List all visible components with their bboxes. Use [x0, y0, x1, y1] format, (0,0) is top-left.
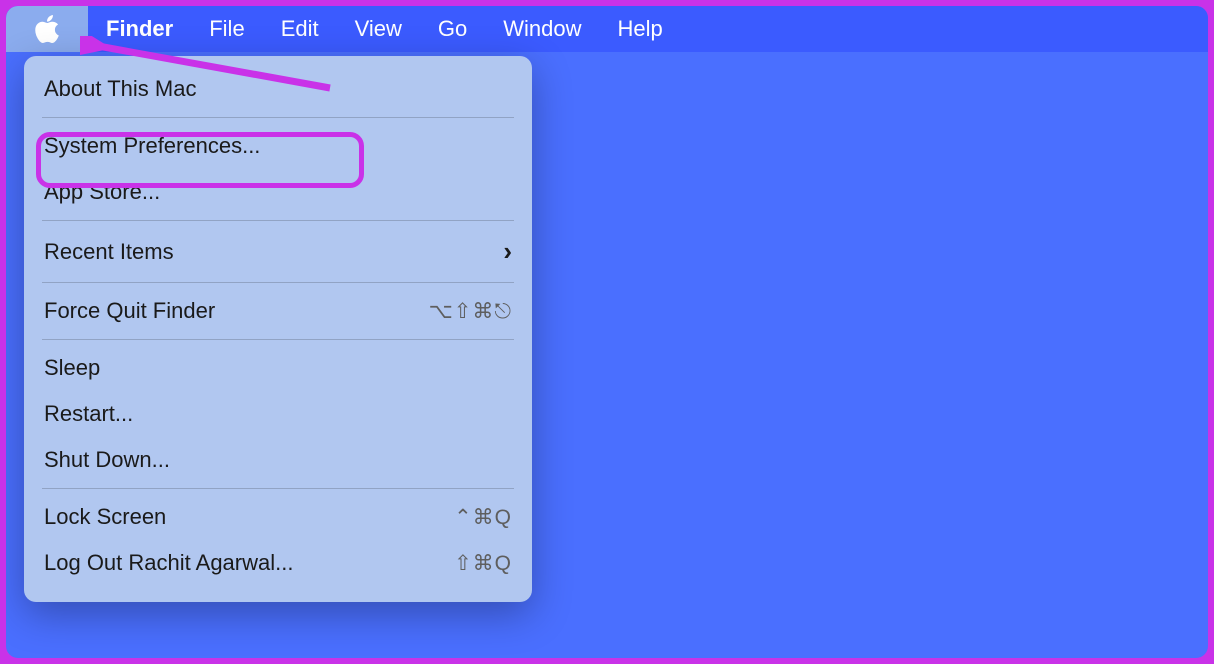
- menu-item-label: About This Mac: [44, 76, 512, 102]
- menu-item-sleep[interactable]: Sleep: [24, 345, 532, 391]
- menu-item-label: App Store...: [44, 179, 512, 205]
- menu-item-label: Log Out Rachit Agarwal...: [44, 550, 454, 576]
- desktop: Finder File Edit View Go Window Help Abo…: [6, 6, 1208, 658]
- apple-menu-button[interactable]: [6, 6, 88, 52]
- menu-item-log-out[interactable]: Log Out Rachit Agarwal... ⇧⌘Q: [24, 540, 532, 586]
- menu-item-label: Force Quit Finder: [44, 298, 429, 324]
- menu-item-label: Lock Screen: [44, 504, 454, 530]
- menubar-item-edit[interactable]: Edit: [263, 6, 337, 52]
- menu-separator: [42, 220, 514, 221]
- menu-separator: [42, 488, 514, 489]
- menu-item-about-this-mac[interactable]: About This Mac: [24, 66, 532, 112]
- menubar-item-file[interactable]: File: [191, 6, 262, 52]
- menubar-item-view[interactable]: View: [337, 6, 420, 52]
- menubar-item-label: File: [209, 16, 244, 42]
- menubar-item-label: Edit: [281, 16, 319, 42]
- menubar: Finder File Edit View Go Window Help: [6, 6, 1208, 52]
- menubar-item-label: View: [355, 16, 402, 42]
- menu-item-label: Sleep: [44, 355, 512, 381]
- menu-item-label: Recent Items: [44, 239, 503, 265]
- menubar-item-finder[interactable]: Finder: [88, 6, 191, 52]
- keyboard-shortcut: ⌃⌘Q: [454, 505, 512, 530]
- menubar-item-go[interactable]: Go: [420, 6, 485, 52]
- menubar-item-help[interactable]: Help: [600, 6, 681, 52]
- menu-item-recent-items[interactable]: Recent Items ›: [24, 226, 532, 277]
- menu-item-label: Restart...: [44, 401, 512, 427]
- menu-item-force-quit[interactable]: Force Quit Finder ⌥⇧⌘⎋: [24, 288, 532, 334]
- menubar-item-window[interactable]: Window: [485, 6, 599, 52]
- submenu-chevron-icon: ›: [503, 236, 512, 267]
- menu-separator: [42, 339, 514, 340]
- menu-item-label: Shut Down...: [44, 447, 512, 473]
- keyboard-shortcut: ⇧⌘Q: [454, 551, 512, 576]
- menu-item-system-preferences[interactable]: System Preferences...: [24, 123, 532, 169]
- menubar-item-label: Window: [503, 16, 581, 42]
- menu-separator: [42, 282, 514, 283]
- menu-separator: [42, 117, 514, 118]
- apple-icon: [33, 13, 61, 45]
- apple-menu-dropdown: About This Mac System Preferences... App…: [24, 56, 532, 602]
- menu-item-shut-down[interactable]: Shut Down...: [24, 437, 532, 483]
- menu-item-lock-screen[interactable]: Lock Screen ⌃⌘Q: [24, 494, 532, 540]
- menubar-item-label: Go: [438, 16, 467, 42]
- menu-item-app-store[interactable]: App Store...: [24, 169, 532, 215]
- keyboard-shortcut: ⌥⇧⌘⎋: [429, 299, 512, 324]
- menu-item-restart[interactable]: Restart...: [24, 391, 532, 437]
- menu-item-label: System Preferences...: [44, 133, 512, 159]
- menubar-item-label: Help: [618, 16, 663, 42]
- menubar-item-label: Finder: [106, 16, 173, 42]
